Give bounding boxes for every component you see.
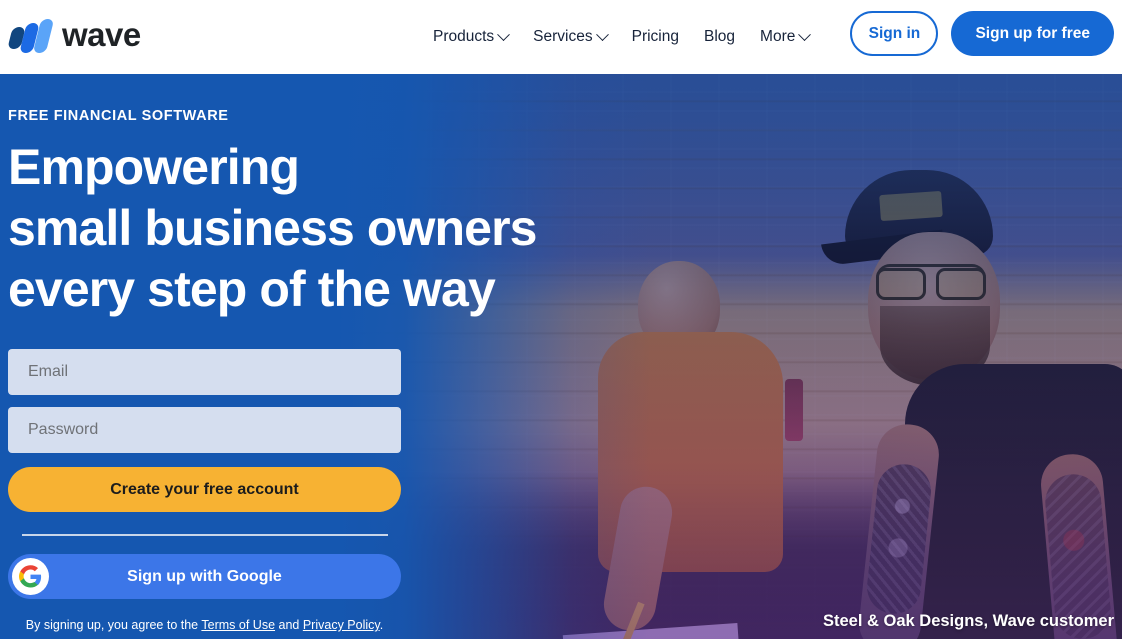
nav-label-products: Products [433,28,495,45]
signup-form: Create your free account Sign up with Go… [8,349,401,599]
nav-label-blog: Blog [704,28,736,45]
form-divider [22,534,388,536]
nav-item-pricing[interactable]: Pricing [632,22,692,52]
primary-navigation: Products Services Pricing Blog More [433,0,822,74]
google-icon [12,558,49,595]
brand-name: wave [62,16,141,53]
header-actions: Sign in Sign up for free [850,11,1114,56]
google-button-label: Sign up with Google [127,567,282,585]
nav-item-products[interactable]: Products [433,22,521,52]
sign-up-with-google-button[interactable]: Sign up with Google [8,554,401,599]
wave-logo-icon [7,19,55,53]
chevron-down-icon [595,27,609,41]
nav-item-blog[interactable]: Blog [704,22,748,52]
chevron-down-icon [798,27,812,41]
hero-headline: Empowering small business owners every s… [8,137,628,320]
create-account-button[interactable]: Create your free account [8,467,401,512]
headline-line-3: every step of the way [8,261,496,317]
chevron-down-icon [497,27,511,41]
brand-logo[interactable]: wave [7,13,141,59]
site-header: wave Products Services Pricing Blog More [0,0,1122,74]
nav-item-services[interactable]: Services [533,22,619,52]
legal-suffix: . [379,618,384,632]
hero-eyebrow: FREE FINANCIAL SOFTWARE [8,108,229,124]
legal-prefix: By signing up, you agree to the [25,618,202,632]
nav-label-services: Services [533,28,593,45]
headline-line-2: small business owners [8,200,537,256]
email-input[interactable] [8,349,401,395]
legal-middle: and [275,618,303,632]
nav-label-more: More [760,28,796,45]
nav-label-pricing: Pricing [631,28,679,45]
terms-of-use-link[interactable]: Terms of Use [201,618,275,632]
hero-content: FREE FINANCIAL SOFTWARE Empowering small… [8,74,628,633]
wave-landing-page: wave Products Services Pricing Blog More [0,0,1122,639]
sign-in-button[interactable]: Sign in [850,11,939,56]
password-input[interactable] [8,407,401,453]
legal-disclaimer: By signing up, you agree to the Terms of… [8,617,401,633]
privacy-policy-link[interactable]: Privacy Policy [303,618,380,632]
nav-item-more[interactable]: More [760,22,822,52]
hero-section: FREE FINANCIAL SOFTWARE Empowering small… [0,74,1122,639]
headline-line-1: Empowering [8,139,300,195]
photo-caption: Steel & Oak Designs, Wave customer [823,612,1114,630]
sign-up-for-free-button[interactable]: Sign up for free [951,11,1114,56]
